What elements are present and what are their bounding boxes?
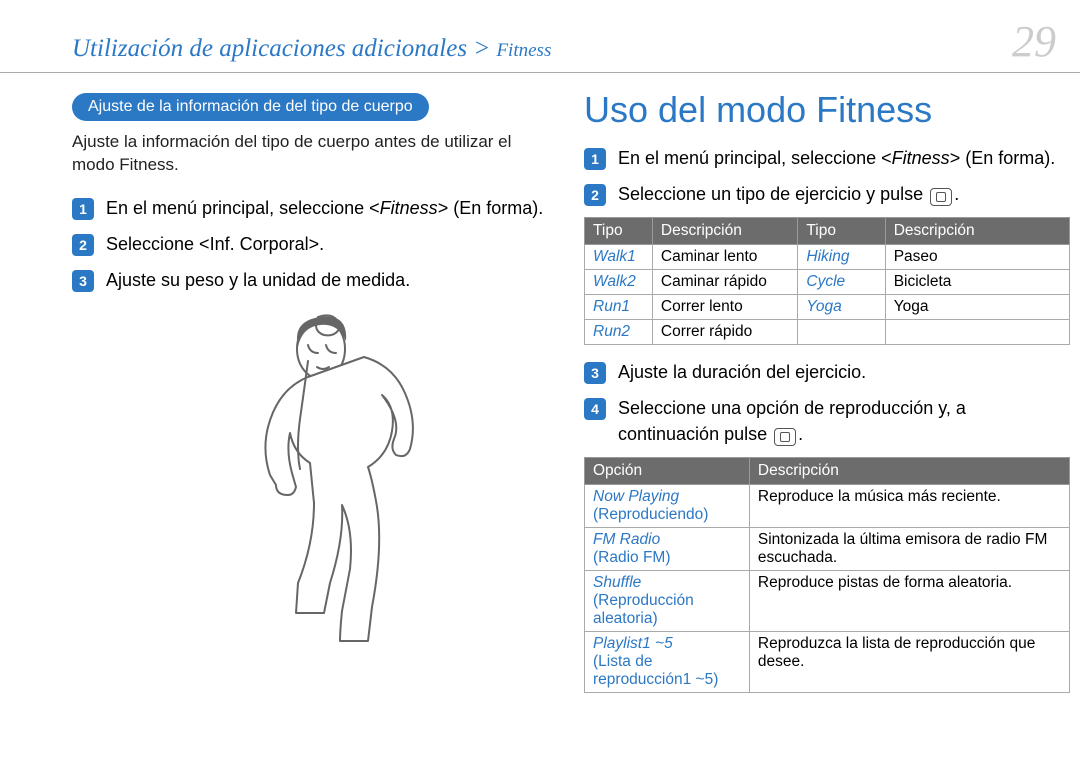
table-row: Now Playing(Reproduciendo) Reproduce la … bbox=[585, 485, 1070, 528]
intro-text: Ajuste la información del tipo de cuerpo… bbox=[72, 131, 558, 177]
breadcrumb-main: Utilización de aplicaciones adicionales bbox=[72, 35, 467, 62]
step-text: En el menú principal, seleccione <Fitnes… bbox=[106, 195, 558, 221]
step-number-icon: 2 bbox=[584, 184, 606, 206]
left-step-2: 2 Seleccione <Inf. Corporal>. bbox=[72, 231, 558, 257]
table-row: Shuffle(Reproducción aleatoria) Reproduc… bbox=[585, 571, 1070, 632]
page-number: 29 bbox=[1012, 20, 1056, 64]
step-text: Ajuste su peso y la unidad de medida. bbox=[106, 267, 558, 293]
select-button-icon bbox=[774, 428, 796, 446]
table-header: Descripción bbox=[749, 458, 1069, 485]
table-row: Playlist1 ~5(Lista de reproducción1 ~5) … bbox=[585, 632, 1070, 693]
step-number-icon: 1 bbox=[584, 148, 606, 170]
step-number-icon: 2 bbox=[72, 234, 94, 256]
breadcrumb-sep: > bbox=[467, 35, 496, 62]
table-header: Descripción bbox=[652, 218, 798, 245]
breadcrumb-sub: Fitness bbox=[496, 40, 551, 61]
step-text: En el menú principal, seleccione <Fitnes… bbox=[618, 145, 1070, 171]
table-row: Run2 Correr rápido bbox=[585, 320, 1070, 345]
table-header: Tipo bbox=[585, 218, 653, 245]
table-row: Run1 Correr lento Yoga Yoga bbox=[585, 295, 1070, 320]
table-row: Walk2 Caminar rápido Cycle Bicicleta bbox=[585, 270, 1070, 295]
select-button-icon bbox=[930, 188, 952, 206]
left-step-1: 1 En el menú principal, seleccione <Fitn… bbox=[72, 195, 558, 221]
runner-illustration bbox=[72, 311, 558, 671]
table-row: FM Radio(Radio FM) Sintonizada la última… bbox=[585, 528, 1070, 571]
right-column: Uso del modo Fitness 1 En el menú princi… bbox=[584, 93, 1070, 707]
left-step-3: 3 Ajuste su peso y la unidad de medida. bbox=[72, 267, 558, 293]
section-label: Ajuste de la información de del tipo de … bbox=[72, 93, 429, 121]
step-number-icon: 3 bbox=[72, 270, 94, 292]
step-number-icon: 4 bbox=[584, 398, 606, 420]
step-number-icon: 3 bbox=[584, 362, 606, 384]
step-number-icon: 1 bbox=[72, 198, 94, 220]
table-header: Opción bbox=[585, 458, 750, 485]
right-step-1: 1 En el menú principal, seleccione <Fitn… bbox=[584, 145, 1070, 171]
content-columns: Ajuste de la información de del tipo de … bbox=[0, 93, 1080, 707]
table-header: Tipo bbox=[798, 218, 885, 245]
right-step-4: 4 Seleccione una opción de reproducción … bbox=[584, 395, 1070, 447]
page-title: Uso del modo Fitness bbox=[584, 89, 1070, 131]
step-text: Seleccione un tipo de ejercicio y pulse … bbox=[618, 181, 1070, 207]
page-header: Utilización de aplicaciones adicionales … bbox=[0, 0, 1080, 73]
runner-icon bbox=[180, 311, 450, 671]
step-text: Seleccione una opción de reproducción y,… bbox=[618, 395, 1070, 447]
right-step-2: 2 Seleccione un tipo de ejercicio y puls… bbox=[584, 181, 1070, 207]
breadcrumb: Utilización de aplicaciones adicionales … bbox=[72, 35, 551, 63]
table-row: Walk1 Caminar lento Hiking Paseo bbox=[585, 245, 1070, 270]
playback-options-table: Opción Descripción Now Playing(Reproduci… bbox=[584, 457, 1070, 693]
right-step-3: 3 Ajuste la duración del ejercicio. bbox=[584, 359, 1070, 385]
step-text: Seleccione <Inf. Corporal>. bbox=[106, 231, 558, 257]
exercise-types-table: Tipo Descripción Tipo Descripción Walk1 … bbox=[584, 217, 1070, 345]
table-header: Descripción bbox=[885, 218, 1069, 245]
step-text: Ajuste la duración del ejercicio. bbox=[618, 359, 1070, 385]
left-column: Ajuste de la información de del tipo de … bbox=[72, 93, 558, 707]
